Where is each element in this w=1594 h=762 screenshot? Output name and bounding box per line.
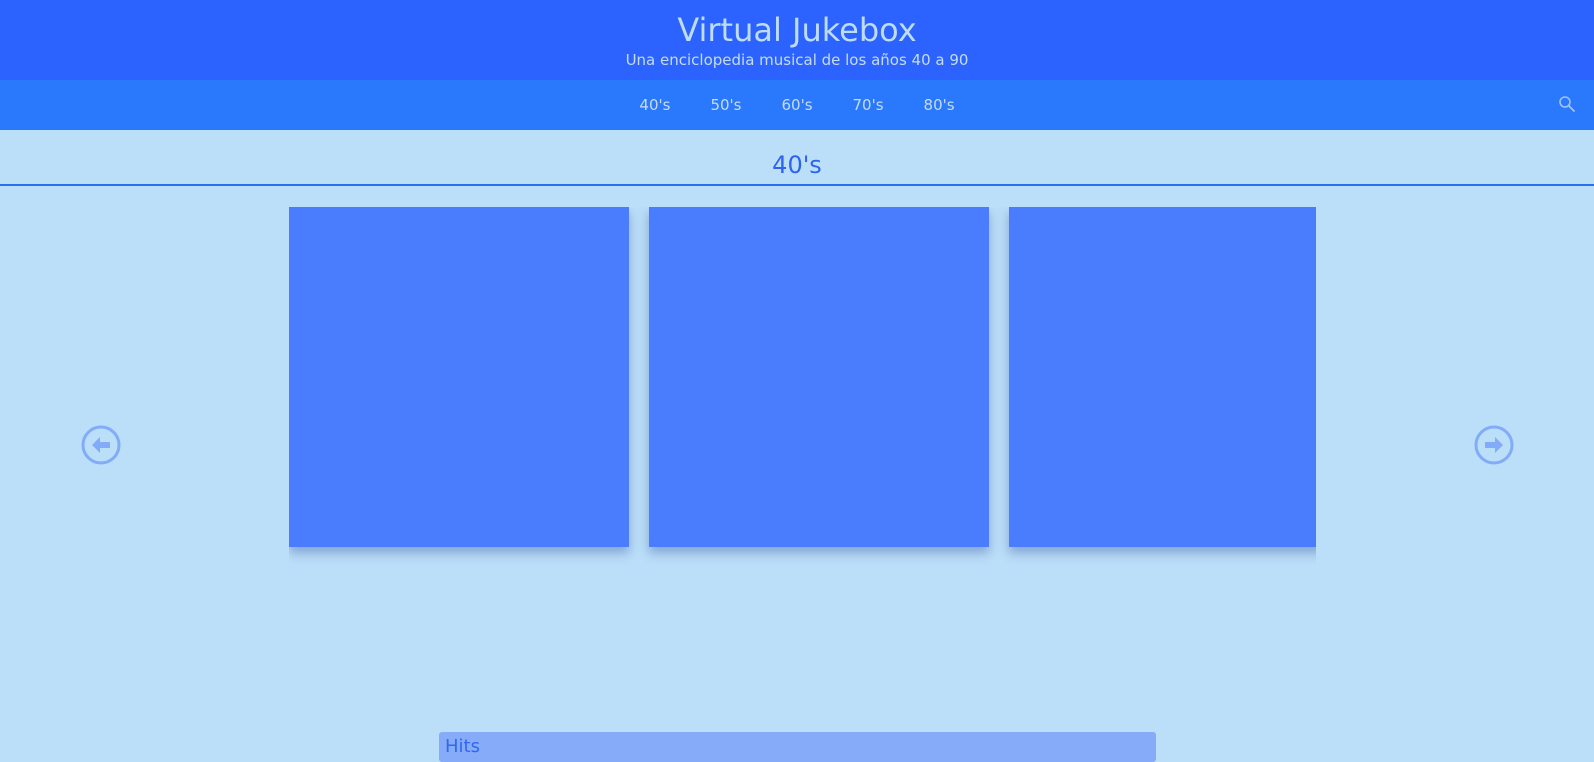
section-title: 40's [772, 151, 822, 179]
main-navbar: 40's 50's 60's 70's 80's [0, 80, 1594, 130]
album-card[interactable] [649, 207, 989, 547]
album-card[interactable] [1009, 207, 1316, 547]
nav-item-60s[interactable]: 60's [781, 96, 812, 114]
arrow-left-circle-icon [81, 425, 121, 465]
nav-item-70s[interactable]: 70's [853, 96, 884, 114]
nav-item-40s[interactable]: 40's [639, 96, 670, 114]
site-header: Virtual Jukebox Una enciclopedia musical… [0, 0, 1594, 80]
section-divider [0, 184, 1594, 186]
site-title: Virtual Jukebox [677, 11, 917, 49]
hits-label: Hits [445, 736, 480, 757]
carousel-prev-button[interactable] [81, 425, 121, 465]
hits-panel: Hits [439, 732, 1156, 762]
album-carousel [289, 207, 1316, 577]
search-icon[interactable] [1558, 95, 1576, 113]
site-subtitle: Una enciclopedia musical de los años 40 … [625, 51, 969, 69]
arrow-right-circle-icon [1474, 425, 1514, 465]
album-card[interactable] [289, 207, 629, 547]
decade-nav: 40's 50's 60's 70's 80's [0, 80, 1594, 130]
nav-item-50s[interactable]: 50's [710, 96, 741, 114]
nav-item-80s[interactable]: 80's [924, 96, 955, 114]
carousel-next-button[interactable] [1474, 425, 1514, 465]
